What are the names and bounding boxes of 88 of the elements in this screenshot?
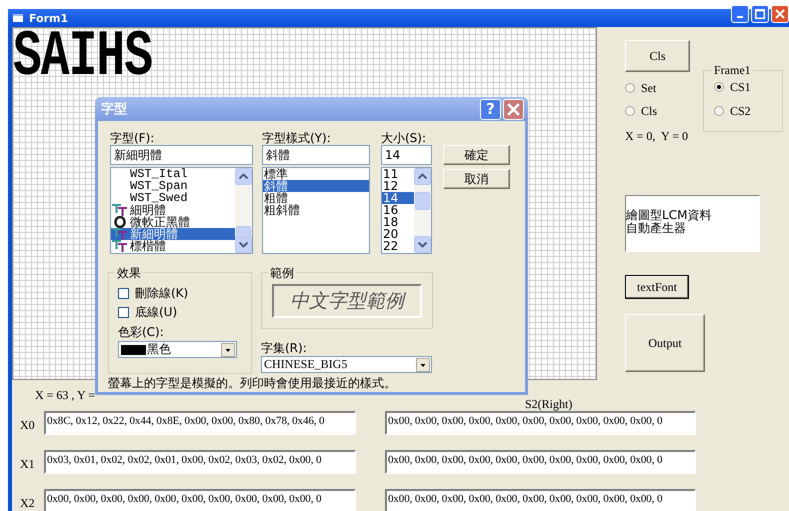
note-text: 螢幕上的字型是模擬的。列印時會使用最接近的樣式。 (108, 375, 397, 392)
minimize-button[interactable] (731, 5, 749, 23)
pixel-text: SAIHS (13, 31, 152, 85)
maximize-button[interactable] (751, 5, 769, 23)
group-title: 範例 (268, 265, 296, 282)
window-icon (12, 12, 24, 24)
list-item[interactable]: 斜體 (263, 180, 369, 192)
column-label: S2(Right) (525, 397, 572, 412)
list-item[interactable]: 20 (382, 228, 414, 240)
truetype-icon (112, 240, 128, 252)
coordinates-text: X = 63 , Y = (35, 388, 95, 403)
data-field[interactable]: 0x8C, 0x12, 0x22, 0x44, 0x8E, 0x00, 0x00, 0x80, 0x78, 0x46, 0 (44, 411, 356, 435)
sample-text: 中文字型範例 (272, 284, 422, 318)
radio-button[interactable] (625, 106, 635, 116)
help-button[interactable]: ? (480, 98, 501, 120)
maximize-icon (755, 9, 765, 19)
window-title: Form1 (29, 12, 70, 24)
dialog-title: 字型 (101, 100, 128, 118)
field-label: 字型(F): (110, 131, 156, 145)
clear-button[interactable]: Cls (625, 40, 690, 72)
radio-button[interactable] (714, 106, 724, 116)
list-item[interactable]: 粗斜體 (263, 204, 369, 216)
output-button[interactable]: Output (625, 314, 705, 372)
list-item[interactable]: 18 (382, 216, 414, 228)
list-item[interactable]: 14 (382, 192, 414, 204)
list-item[interactable]: 12 (382, 180, 414, 192)
cancel-button[interactable]: 取消 (443, 169, 510, 189)
list-item[interactable]: 微軟正黑體 (111, 216, 235, 228)
script-dropdown[interactable]: CHINESE_BIG5 (261, 356, 432, 373)
data-field[interactable]: 0x00, 0x00, 0x00, 0x00, 0x00, 0x00, 0x00, 0x00, 0x00, 0x00, 0 (385, 489, 696, 511)
ok-button[interactable]: 確定 (443, 145, 510, 165)
truetype-icon (112, 228, 128, 240)
list-item[interactable]: WST_Ital (111, 168, 235, 180)
color-dropdown[interactable]: 黑色 (118, 341, 237, 358)
close-icon (775, 9, 785, 19)
text-field[interactable]: 斜體 (262, 145, 370, 165)
checkbox-label: 刪除線(K) (135, 284, 188, 302)
scrollbar[interactable] (414, 168, 431, 253)
field-label: 字集(R): (261, 341, 308, 355)
radio-label: Set (641, 80, 656, 96)
list-item[interactable]: 22 (382, 240, 414, 252)
list-item[interactable]: WST_Swed (111, 192, 235, 204)
close-button[interactable] (771, 5, 789, 23)
scrollbar-thumb[interactable] (415, 192, 430, 210)
data-field[interactable]: 0x03, 0x01, 0x02, 0x02, 0x01, 0x00, 0x02, 0x03, 0x02, 0x00, 0 (44, 450, 356, 474)
data-field[interactable]: 0x00, 0x00, 0x00, 0x00, 0x00, 0x00, 0x00, 0x00, 0x00, 0x00, 0 (385, 411, 696, 435)
field-label: 色彩(C): (118, 325, 165, 339)
list-item[interactable]: 粗體 (263, 192, 369, 204)
scroll-up-icon (414, 168, 431, 185)
text-font-button[interactable]: textFont (625, 275, 689, 299)
row-label: X1 (19, 456, 36, 472)
list-item[interactable]: 新細明體 (111, 228, 235, 240)
text-box[interactable]: 繪圖型LCM資料 自動產生器 (625, 195, 760, 252)
list-item[interactable]: 16 (382, 204, 414, 216)
list-item[interactable]: 標楷體 (111, 240, 235, 252)
radio-label: CS1 (730, 80, 751, 94)
checkbox[interactable] (118, 306, 129, 318)
group-title: 效果 (115, 265, 143, 282)
opentype-icon (112, 216, 128, 228)
scroll-down-icon (414, 236, 431, 253)
data-field[interactable]: 0x00, 0x00, 0x00, 0x00, 0x00, 0x00, 0x00, 0x00, 0x00, 0x00, 0 (385, 450, 696, 474)
scroll-up-icon (235, 168, 252, 185)
list-item[interactable]: 細明體 (111, 204, 235, 216)
list-item[interactable]: 標準 (263, 168, 369, 180)
row-label: X2 (19, 496, 36, 510)
checkbox[interactable] (118, 288, 129, 298)
coordinates-text: X = 0, Y = 0 (625, 129, 689, 144)
scrollbar-thumb[interactable] (236, 226, 251, 238)
color-swatch (121, 344, 146, 354)
minimize-icon (737, 16, 743, 18)
radio-label: Cls (641, 104, 658, 118)
radio-label: CS2 (730, 104, 751, 118)
close-icon (505, 100, 522, 118)
row-label: X0 (19, 418, 36, 432)
close-button[interactable] (503, 98, 524, 120)
list-item[interactable]: WST_Span (111, 180, 235, 192)
text-field[interactable]: 新細明體 (110, 145, 253, 165)
field-label: 字型樣式(Y): (262, 131, 332, 145)
radio-button[interactable] (714, 82, 724, 92)
checkbox-label: 底線(U) (135, 304, 178, 320)
field-label: 大小(S): (381, 131, 428, 145)
truetype-icon (112, 204, 128, 216)
scrollbar[interactable] (235, 168, 252, 253)
radio-button[interactable] (625, 83, 635, 93)
data-field[interactable]: 0x00, 0x00, 0x00, 0x00, 0x00, 0x00, 0x00, 0x00, 0x00, 0x00, 0 (44, 489, 356, 511)
scroll-down-icon (235, 236, 252, 253)
text-field[interactable]: 14 (381, 145, 432, 165)
list-item[interactable]: 11 (382, 168, 414, 180)
